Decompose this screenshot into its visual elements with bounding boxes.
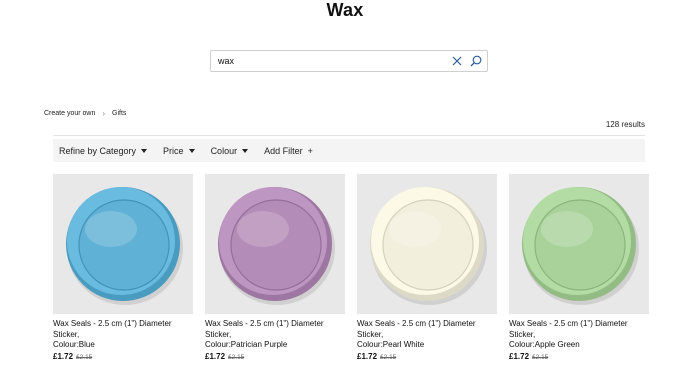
product-price: £1.72 £2.15 [205, 352, 345, 361]
product-title-line2: Colour:Patrician Purple [205, 340, 288, 349]
product-card[interactable]: Wax Seals - 2.5 cm (1") Diameter Sticker… [53, 174, 193, 361]
filter-price-label: Price [163, 145, 184, 156]
search-box [210, 50, 488, 72]
product-image[interactable] [53, 174, 193, 314]
product-title[interactable]: Wax Seals - 2.5 cm (1") Diameter Sticker… [53, 319, 193, 351]
product-title-line1: Wax Seals - 2.5 cm (1") Diameter Sticker… [509, 319, 628, 339]
breadcrumb: Create your own › Gifts [44, 109, 126, 118]
product-price: £1.72 £2.15 [509, 352, 649, 361]
caret-down-icon [188, 148, 195, 153]
product-image[interactable] [509, 174, 649, 314]
seal-gloss [541, 211, 593, 247]
price-original: £2.15 [532, 353, 549, 361]
price-original: £2.15 [380, 353, 397, 361]
product-title-line1: Wax Seals - 2.5 cm (1") Diameter Sticker… [357, 319, 476, 339]
wax-seal-image [218, 187, 335, 305]
breadcrumb-item-gifts[interactable]: Gifts [112, 110, 126, 117]
product-price: £1.72 £2.15 [357, 352, 497, 361]
product-title-line1: Wax Seals - 2.5 cm (1") Diameter Sticker… [53, 319, 172, 339]
caret-down-icon [242, 148, 249, 153]
product-grid: Wax Seals - 2.5 cm (1") Diameter Sticker… [53, 174, 649, 361]
product-price: £1.72 £2.15 [53, 352, 193, 361]
add-filter-label: Add Filter [264, 145, 303, 156]
product-title[interactable]: Wax Seals - 2.5 cm (1") Diameter Sticker… [205, 319, 345, 351]
caret-down-icon [141, 148, 148, 153]
product-image[interactable] [357, 174, 497, 314]
filter-colour-label: Colour [210, 145, 238, 156]
search-icon[interactable] [468, 51, 484, 71]
filter-price-dropdown[interactable]: Price [163, 146, 195, 156]
divider [53, 135, 645, 136]
product-title[interactable]: Wax Seals - 2.5 cm (1") Diameter Sticker… [509, 319, 649, 351]
chevron-right-icon: › [102, 109, 106, 118]
wax-seal-image [522, 187, 639, 305]
product-title-line2: Colour:Blue [53, 340, 95, 349]
price-original: £2.15 [228, 353, 245, 361]
product-image[interactable] [205, 174, 345, 314]
product-card[interactable]: Wax Seals - 2.5 cm (1") Diameter Sticker… [205, 174, 345, 361]
price-current: £1.72 [205, 351, 226, 361]
product-title-line2: Colour:Pearl White [357, 340, 425, 349]
wax-seal-image [370, 187, 487, 305]
price-current: £1.72 [509, 351, 530, 361]
filter-category-dropdown[interactable]: Refine by Category [59, 145, 148, 156]
price-original: £2.15 [76, 353, 93, 361]
seal-gloss [85, 211, 137, 247]
price-current: £1.72 [357, 351, 378, 361]
product-title[interactable]: Wax Seals - 2.5 cm (1") Diameter Sticker… [357, 319, 497, 351]
wax-seal-image [66, 187, 183, 305]
price-current: £1.72 [53, 351, 74, 361]
seal-gloss [237, 211, 289, 247]
filter-bar: Refine by Category Price Colour Add Filt… [53, 139, 645, 162]
clear-icon[interactable] [449, 51, 465, 71]
filter-category-label: Refine by Category [59, 145, 137, 156]
product-card[interactable]: Wax Seals - 2.5 cm (1") Diameter Sticker… [509, 174, 649, 361]
results-count: 128 results [605, 120, 645, 129]
product-title-line1: Wax Seals - 2.5 cm (1") Diameter Sticker… [205, 319, 324, 339]
plus-icon: + [307, 145, 313, 156]
add-filter-button[interactable]: Add Filter + [264, 146, 313, 156]
filter-colour-dropdown[interactable]: Colour [211, 146, 249, 156]
product-card[interactable]: Wax Seals - 2.5 cm (1") Diameter Sticker… [357, 174, 497, 361]
page-title: Wax [326, 0, 364, 20]
product-title-line2: Colour:Apple Green [509, 340, 580, 349]
breadcrumb-item-create-your-own[interactable]: Create your own [44, 110, 95, 117]
seal-gloss [389, 211, 441, 247]
search-input[interactable] [211, 51, 449, 71]
